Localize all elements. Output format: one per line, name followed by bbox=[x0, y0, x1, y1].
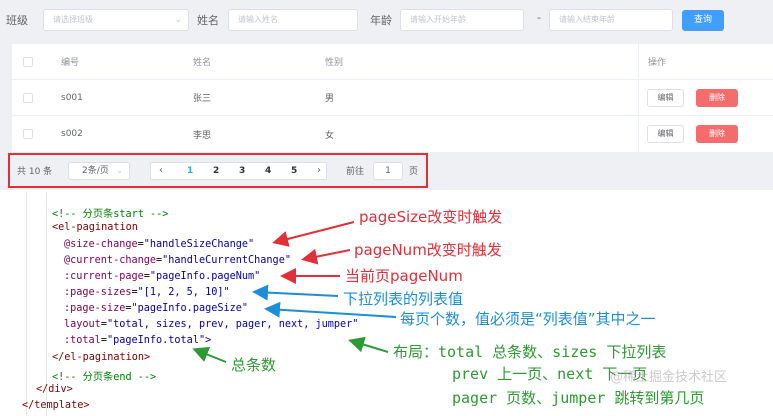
name-input[interactable]: 请输入姓名 bbox=[228, 9, 358, 31]
pagination-total: 共 10 条 bbox=[17, 167, 53, 177]
annotation-page-sizes: 下拉列表的列表值 bbox=[343, 290, 464, 308]
page-number-4[interactable]: 4 bbox=[265, 163, 271, 179]
column-header-gender: 性别 bbox=[325, 58, 344, 68]
cell-id: s002 bbox=[61, 129, 83, 139]
row-checkbox[interactable] bbox=[23, 93, 33, 103]
cell-gender: 女 bbox=[325, 130, 335, 141]
filter-bar: 班级 请选择班级 ⌄ 姓名 请输入姓名 年龄 请输入开始年龄 - 请输入结束年龄… bbox=[0, 0, 773, 40]
code-line: layout="total, sizes, prev, pager, next,… bbox=[64, 319, 359, 330]
code-line: </div> bbox=[36, 384, 73, 395]
code-line: :page-sizes="[1, 2, 5, 10]" bbox=[64, 287, 230, 298]
page-number-3[interactable]: 3 bbox=[239, 163, 245, 179]
watermark: @稀土掘金技术社区 bbox=[610, 370, 728, 385]
actions-column-divider bbox=[638, 44, 639, 152]
column-header-actions: 操作 bbox=[648, 58, 667, 68]
cell-name: 李思 bbox=[193, 130, 212, 141]
table-row: s002 李思 女 编辑 删除 bbox=[12, 116, 773, 152]
pagination-bar: 共 10 条 2条/页 ⌄ ‹ 1 2 3 4 5 › 前往 1 页 bbox=[8, 153, 428, 188]
age-label: 年龄 bbox=[370, 14, 392, 27]
annotation-page-size-change: pageSize改变时触发 bbox=[359, 208, 503, 226]
column-header-name: 姓名 bbox=[193, 58, 212, 68]
cell-id: s001 bbox=[61, 92, 83, 103]
chevron-left-icon[interactable]: ‹ bbox=[159, 163, 163, 179]
delete-button[interactable]: 删除 bbox=[696, 89, 738, 107]
age-start-input[interactable]: 请输入开始年龄 bbox=[400, 9, 524, 31]
edit-button[interactable]: 编辑 bbox=[647, 89, 684, 107]
age-start-placeholder: 请输入开始年龄 bbox=[410, 15, 466, 24]
annotation-layout-line1: 布局：total 总条数、sizes 下拉列表 bbox=[393, 343, 667, 361]
ui-screenshot-panel: 班级 请选择班级 ⌄ 姓名 请输入姓名 年龄 请输入开始年龄 - 请输入结束年龄… bbox=[0, 0, 773, 190]
annotation-layout-line3: pager 页数、jumper 跳转到第几页 bbox=[452, 389, 705, 407]
data-table: 编号 姓名 性别 操作 s001 张三 男 编辑 删除 s002 李思 女 编辑… bbox=[12, 44, 773, 152]
code-line: <el-pagination bbox=[52, 222, 138, 233]
cell-name: 张三 bbox=[193, 94, 212, 104]
page-unit-label: 页 bbox=[409, 167, 419, 177]
row-checkbox[interactable] bbox=[23, 129, 33, 139]
code-line: </el-pagination> bbox=[52, 352, 151, 363]
table-header: 编号 姓名 性别 操作 bbox=[12, 44, 773, 80]
select-all-checkbox[interactable] bbox=[23, 57, 33, 67]
code-line: @size-change="handleSizeChange" bbox=[64, 239, 255, 250]
class-select-placeholder: 请选择班级 bbox=[53, 15, 93, 24]
code-line: <!-- 分页条end --> bbox=[52, 372, 157, 383]
code-line: :page-size="pageInfo.pageSize" bbox=[64, 303, 249, 314]
class-select[interactable]: 请选择班级 ⌄ bbox=[43, 9, 189, 31]
page-size-select[interactable]: 2条/页 ⌄ bbox=[68, 162, 130, 180]
column-header-id: 编号 bbox=[61, 58, 80, 68]
annotation-current-page: 当前页pageNum bbox=[345, 267, 463, 285]
pager: ‹ 1 2 3 4 5 › bbox=[150, 162, 327, 180]
page-number-1[interactable]: 1 bbox=[187, 163, 193, 179]
annotation-page-num-change: pageNum改变时触发 bbox=[354, 241, 502, 259]
age-end-placeholder: 请输入结束年龄 bbox=[559, 15, 615, 24]
code-line: </template> bbox=[22, 400, 90, 411]
code-line: <!-- 分页条start --> bbox=[52, 209, 169, 220]
chevron-down-icon: ⌄ bbox=[174, 15, 182, 25]
indent-guide bbox=[26, 192, 27, 416]
indent-guide bbox=[46, 192, 47, 416]
page-number-5[interactable]: 5 bbox=[291, 163, 297, 179]
edit-button[interactable]: 编辑 bbox=[647, 125, 684, 143]
age-separator: - bbox=[537, 11, 541, 24]
chevron-down-icon: ⌄ bbox=[116, 166, 123, 175]
page-size-value: 2条/页 bbox=[82, 166, 109, 176]
annotation-page-size: 每页个数，值必须是“列表值”其中之一 bbox=[400, 310, 656, 328]
name-input-placeholder: 请输入姓名 bbox=[238, 15, 278, 24]
code-line: @current-change="handleCurrentChange" bbox=[64, 255, 291, 266]
delete-button[interactable]: 删除 bbox=[696, 125, 738, 143]
class-label: 班级 bbox=[6, 14, 28, 27]
table-row: s001 张三 男 编辑 删除 bbox=[12, 80, 773, 116]
goto-page-input[interactable]: 1 bbox=[373, 162, 403, 180]
age-end-input[interactable]: 请输入结束年龄 bbox=[549, 9, 673, 31]
code-line: :current-page="pageInfo.pageNum" bbox=[64, 271, 261, 282]
chevron-right-icon[interactable]: › bbox=[317, 163, 321, 179]
query-button[interactable]: 查询 bbox=[682, 10, 724, 31]
annotation-total: 总条数 bbox=[231, 356, 277, 374]
cell-gender: 男 bbox=[325, 94, 335, 104]
page-number-2[interactable]: 2 bbox=[213, 163, 219, 179]
code-line: :total="pageInfo.total"> bbox=[64, 335, 212, 346]
name-label: 姓名 bbox=[197, 14, 219, 27]
goto-label: 前往 bbox=[346, 167, 365, 177]
